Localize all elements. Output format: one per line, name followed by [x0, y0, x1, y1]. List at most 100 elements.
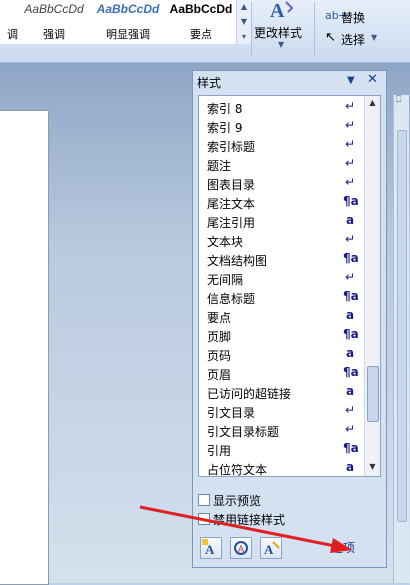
style-type-icon: a	[345, 346, 355, 360]
style-list-item[interactable]: 图表目录 ↵	[199, 174, 365, 193]
scroll-down-icon[interactable]: ▼	[365, 460, 380, 474]
style-inspector-icon: A	[234, 541, 248, 555]
style-name: 无间隔	[207, 273, 244, 287]
style-list-item[interactable]: 尾注引用 a	[199, 212, 365, 231]
style-list-item[interactable]: 引文目录 ↵	[199, 402, 365, 421]
style-list-item[interactable]: 信息标题 ¶a	[199, 288, 365, 307]
style-list-item[interactable]: 文本块 ↵	[199, 231, 365, 250]
style-gallery-item-3[interactable]: AaBbCcDd 要点	[166, 0, 237, 44]
replace-button[interactable]: ab→ 替换	[325, 8, 385, 26]
gallery-down-icon[interactable]: ▼	[237, 15, 251, 29]
options-link[interactable]: 选项	[331, 539, 355, 556]
change-styles-icon: A	[270, 0, 294, 20]
disable-linked-styles-checkbox[interactable]	[198, 513, 210, 525]
style-type-icon: ¶a	[343, 327, 359, 341]
manage-styles-icon: A	[264, 541, 280, 557]
scroll-thumb[interactable]	[397, 130, 407, 522]
style-gallery-item-2[interactable]: AaBbCcDd 明显强调	[90, 0, 167, 44]
style-type-icon: ↵	[344, 403, 356, 417]
new-style-button[interactable]: A	[200, 537, 222, 559]
style-type-icon: ↵	[344, 137, 356, 151]
style-name: 已访问的超链接	[207, 387, 292, 401]
style-list-item[interactable]: 索引标题 ↵	[199, 136, 365, 155]
svg-text:A: A	[264, 542, 274, 557]
style-type-icon: ↵	[344, 118, 356, 132]
style-type-icon: ¶a	[343, 194, 359, 208]
gallery-up-icon[interactable]: ▲	[237, 0, 251, 14]
styles-pane: 样式 ▼ ✕ 索引 8 ↵ 索引 9 ↵ 索引标题 ↵ 题注 ↵ 图表目录 ↵ 尾注文本 ¶a 尾注引用…	[192, 70, 387, 568]
style-type-icon: ¶a	[343, 289, 359, 303]
style-type-icon: ↵	[344, 232, 356, 246]
style-list-item[interactable]: 页码 a	[199, 345, 365, 364]
style-type-icon: ↵	[344, 99, 356, 113]
style-name: 索引标题	[207, 140, 256, 154]
style-name: 索引 9	[207, 121, 243, 135]
style-type-icon: a	[345, 460, 355, 474]
style-type-icon: ¶a	[343, 251, 359, 265]
style-gallery-item-1[interactable]: AaBbCcDd 强调	[18, 0, 91, 44]
style-type-icon: ↵	[344, 422, 356, 436]
style-name: 文本块	[207, 235, 244, 249]
style-list-item[interactable]: 题注 ↵	[199, 155, 365, 174]
change-styles-button[interactable]: A 更改样式 ▼	[254, 0, 310, 49]
gallery-more-icon[interactable]: ▾	[237, 30, 251, 44]
pane-menu-icon[interactable]: ▼	[347, 75, 355, 86]
style-list-item[interactable]: 要点 a	[199, 307, 365, 326]
style-type-icon: ↵	[344, 175, 356, 189]
style-list-item[interactable]: 占位符文本 a	[199, 459, 365, 477]
style-type-icon: ↵	[344, 156, 356, 170]
select-dropdown-icon: ▼	[371, 33, 378, 42]
style-name: 信息标题	[207, 292, 256, 306]
ribbon-separator	[314, 2, 315, 56]
gallery-scrollbar[interactable]: ▲ ▼ ▾	[236, 0, 251, 44]
change-styles-dropdown-icon: ▼	[278, 40, 285, 49]
style-list-scrollbar[interactable]: ▲ ▼	[364, 96, 380, 476]
select-button[interactable]: ↖ 选择 ▼	[325, 30, 395, 48]
style-list-item[interactable]: 尾注文本 ¶a	[199, 193, 365, 212]
style-list-item[interactable]: 索引 8 ↵	[199, 98, 365, 117]
style-gallery-item-0[interactable]: 调	[0, 0, 19, 44]
show-preview-checkbox[interactable]	[198, 494, 210, 506]
style-type-icon: a	[345, 308, 355, 322]
style-name: 图表目录	[207, 178, 256, 192]
style-list[interactable]: 索引 8 ↵ 索引 9 ↵ 索引标题 ↵ 题注 ↵ 图表目录 ↵ 尾注文本 ¶a 尾注引用 a 文本块 ↵ 文档…	[198, 95, 381, 477]
ribbon: 调 AaBbCcDd 强调 AaBbCcDd 明显强调 AaBbCcDd 要点 …	[0, 0, 410, 63]
scroll-up-icon[interactable]: ▲	[365, 96, 380, 110]
style-name: 占位符文本	[207, 463, 268, 477]
close-icon[interactable]: ✕	[367, 72, 378, 87]
manage-styles-button[interactable]: A	[260, 537, 282, 559]
style-name: 引文目录	[207, 406, 256, 420]
style-list-item[interactable]: 页眉 ¶a	[199, 364, 365, 383]
ruler-toggle-icon[interactable]: ⎕	[396, 95, 406, 105]
disable-linked-styles-option[interactable]: 禁用链接样式	[198, 511, 318, 527]
style-list-item[interactable]: 引文目录标题 ↵	[199, 421, 365, 440]
style-inspector-button[interactable]: A	[230, 537, 252, 559]
style-list-item[interactable]: 页脚 ¶a	[199, 326, 365, 345]
select-cursor-icon: ↖	[325, 30, 336, 45]
new-style-icon: A	[202, 539, 215, 557]
style-name: 页脚	[207, 330, 232, 344]
style-name: 要点	[207, 311, 232, 325]
style-list-item[interactable]: 索引 9 ↵	[199, 117, 365, 136]
scroll-thumb[interactable]	[367, 366, 379, 422]
style-name: 页码	[207, 349, 232, 363]
svg-text:A: A	[238, 544, 244, 554]
style-name: 引文目录标题	[207, 425, 280, 439]
style-type-icon: a	[345, 384, 355, 398]
style-name: 页眉	[207, 368, 232, 382]
style-name: 尾注文本	[207, 197, 256, 211]
document-page[interactable]	[0, 110, 49, 585]
ribbon-separator	[251, 2, 252, 56]
style-list-item[interactable]: 文档结构图 ¶a	[199, 250, 365, 269]
style-name: 索引 8	[207, 102, 243, 116]
style-name: 引用	[207, 444, 232, 458]
vertical-scrollbar[interactable]: ⎕	[393, 95, 409, 583]
style-list-item[interactable]: 引用 ¶a	[199, 440, 365, 459]
style-type-icon: ¶a	[343, 441, 359, 455]
style-list-item[interactable]: 已访问的超链接 a	[199, 383, 365, 402]
show-preview-option[interactable]: 显示预览	[198, 492, 318, 508]
style-type-icon: a	[345, 213, 355, 227]
style-list-item[interactable]: 无间隔 ↵	[199, 269, 365, 288]
style-type-icon: ¶a	[343, 365, 359, 379]
style-name: 题注	[207, 159, 232, 173]
